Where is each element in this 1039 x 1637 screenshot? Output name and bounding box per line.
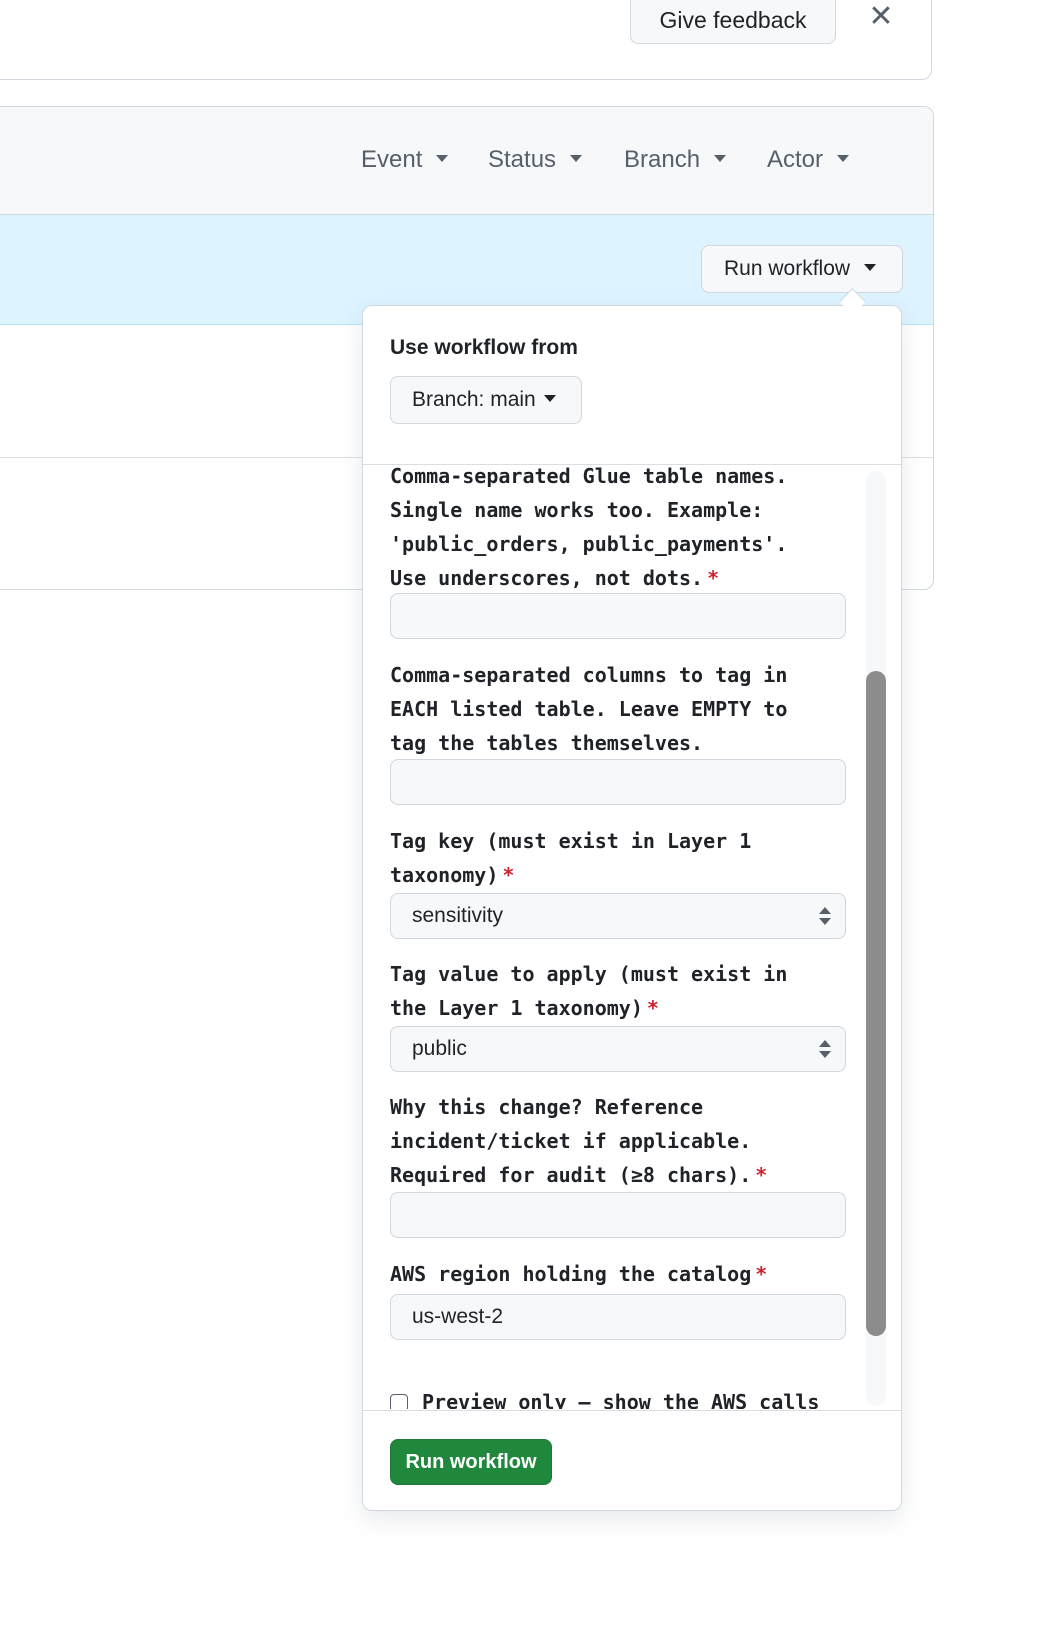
filter-actor-label: Actor [767, 146, 824, 173]
popover-header: Use workflow from Branch: main [363, 306, 901, 465]
table-names-input[interactable] [390, 593, 846, 639]
filter-status-label: Status [488, 146, 557, 173]
tag-value-label: Tag value to apply (must exist in the La… [390, 962, 788, 1020]
scrollbar-thumb[interactable] [866, 671, 886, 1336]
branch-select-button[interactable]: Branch: main [390, 376, 582, 424]
select-arrows-icon [819, 1040, 831, 1060]
tag-key-value: sensitivity [412, 904, 504, 927]
change-reason-input[interactable] [390, 1192, 846, 1238]
run-workflow-dropdown-label: Run workflow [724, 257, 851, 280]
give-feedback-button[interactable]: Give feedback [630, 0, 836, 44]
required-marker: * [502, 863, 515, 887]
filter-status[interactable]: Status [488, 145, 583, 175]
chevron-down-icon [570, 155, 583, 163]
aws-region-label: AWS region holding the catalog * [390, 1262, 768, 1286]
preview-only-checkbox[interactable] [390, 1393, 408, 1409]
close-icon[interactable]: ✕ [866, 2, 896, 32]
columns-label: Comma-separated columns to tag in EACH l… [390, 663, 788, 755]
preview-only-label: Preview only — show the AWS calls [422, 1390, 820, 1409]
filter-branch[interactable]: Branch [624, 145, 727, 175]
required-marker: * [707, 566, 720, 590]
select-arrows-icon [819, 907, 831, 927]
chevron-down-icon [837, 155, 850, 163]
popover-footer: Run workflow [363, 1410, 901, 1510]
chevron-down-icon [714, 155, 727, 163]
filter-actor[interactable]: Actor [767, 145, 850, 175]
columns-input[interactable] [390, 759, 846, 805]
filter-event[interactable]: Event [361, 145, 449, 175]
chevron-down-icon [436, 155, 449, 163]
aws-region-input[interactable]: us-west-2 [390, 1294, 846, 1340]
required-marker: * [755, 1163, 768, 1187]
tag-value-select[interactable]: public [390, 1026, 846, 1072]
required-marker: * [646, 996, 659, 1020]
filter-bar: Event Status Branch Actor [0, 107, 933, 215]
tag-key-select[interactable]: sensitivity [390, 893, 846, 939]
use-workflow-from-label: Use workflow from [390, 336, 578, 359]
table-names-label: Comma-separated Glue table names. Single… [390, 465, 788, 590]
change-reason-label: Why this change? Reference incident/tick… [390, 1095, 768, 1187]
chevron-down-icon [543, 394, 556, 402]
branch-select-label: Branch: main [412, 388, 536, 411]
filter-branch-label: Branch [624, 146, 701, 173]
run-workflow-dropdown-button[interactable]: Run workflow [701, 245, 903, 293]
filter-event-label: Event [361, 146, 423, 173]
run-workflow-popover: Use workflow from Branch: main Comma-sep… [362, 305, 902, 1511]
tag-value-value: public [412, 1037, 467, 1060]
run-workflow-submit-button[interactable]: Run workflow [390, 1439, 552, 1485]
workflow-inputs-form: Comma-separated Glue table names. Single… [363, 465, 901, 1409]
required-marker: * [755, 1262, 768, 1286]
tag-key-label: Tag key (must exist in Layer 1 taxonomy)… [390, 829, 752, 887]
preview-only-checkbox-row[interactable]: Preview only — show the AWS calls [390, 1390, 830, 1409]
chevron-down-icon [864, 263, 877, 271]
